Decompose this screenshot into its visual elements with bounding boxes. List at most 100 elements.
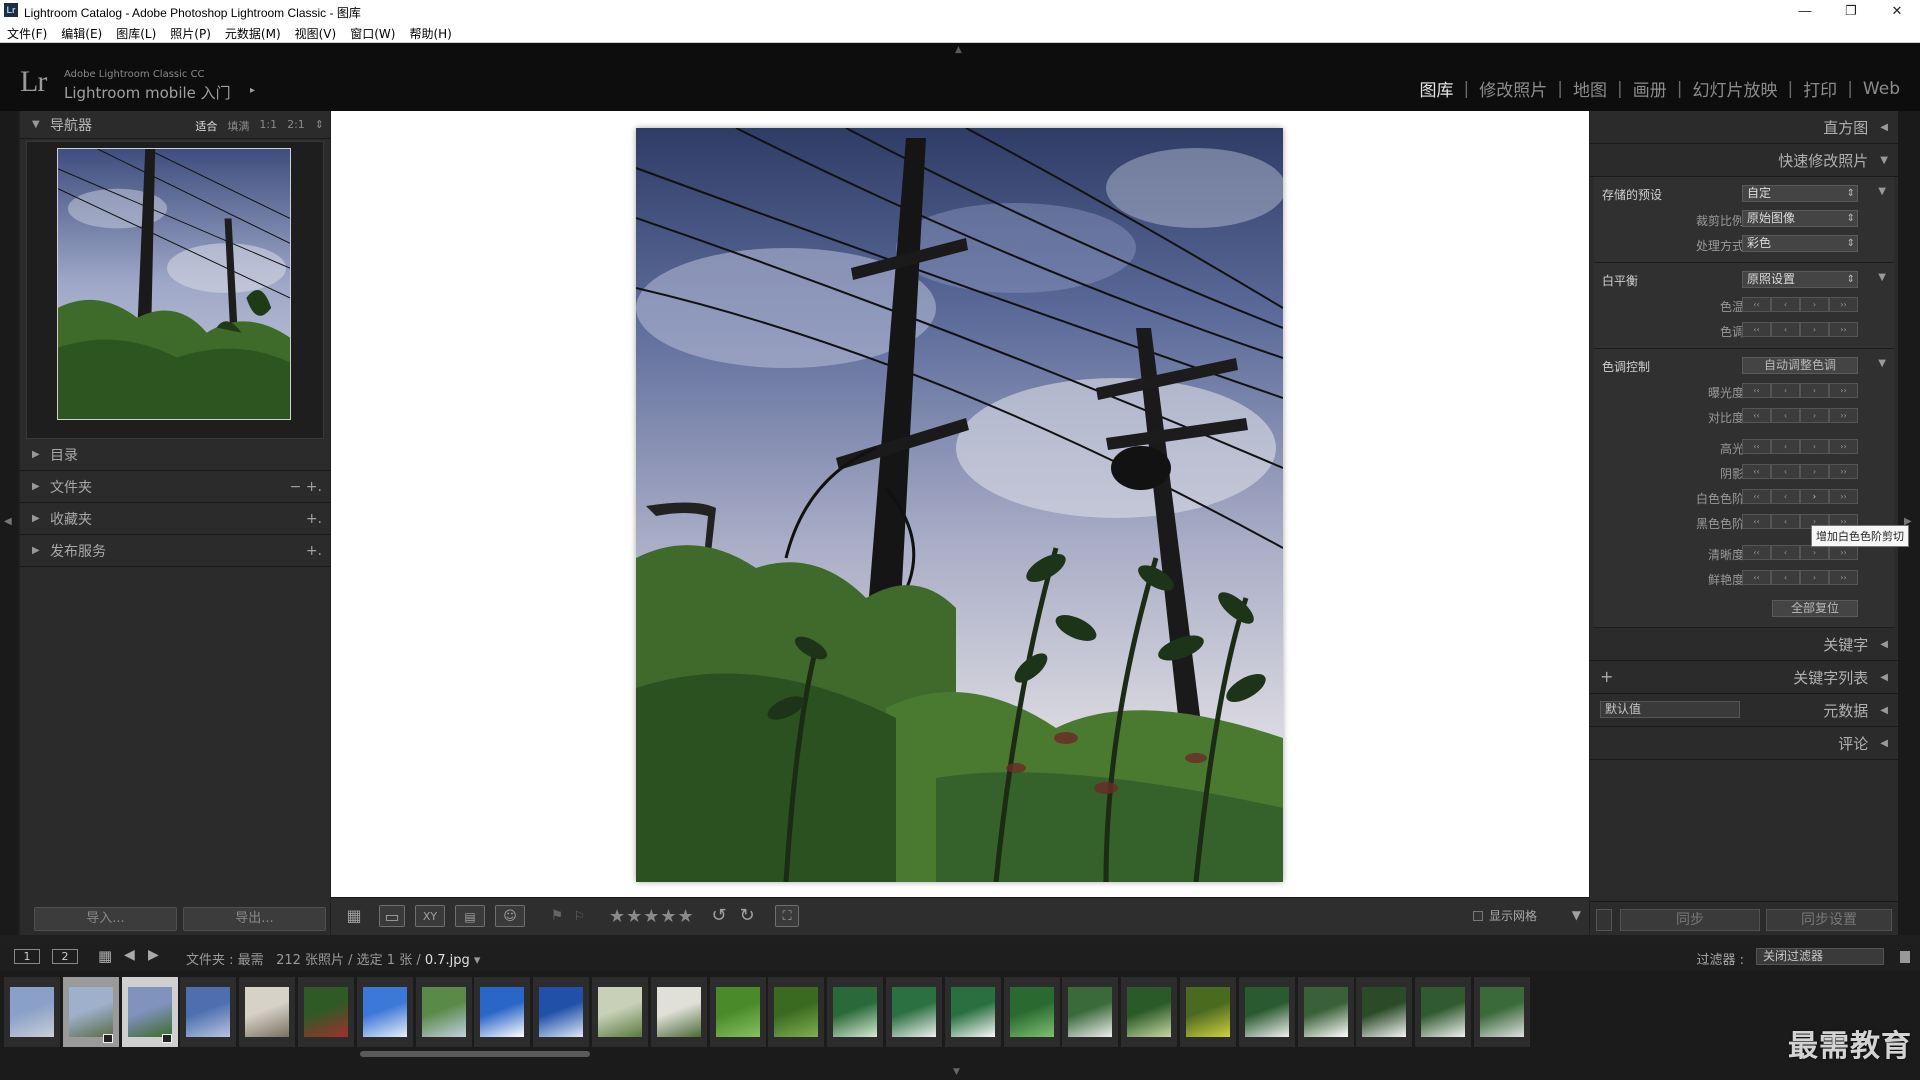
thumbnail-image[interactable]: [892, 987, 936, 1037]
histogram-header[interactable]: 直方图 ◀: [1590, 111, 1898, 144]
menu-view[interactable]: 视图(V): [288, 22, 344, 42]
import-button[interactable]: 导入...: [34, 907, 177, 931]
filter-select[interactable]: 关闭过滤器: [1756, 948, 1884, 965]
filmstrip-thumbnail[interactable]: [180, 977, 237, 1047]
thumbnail-image[interactable]: [1009, 987, 1054, 1037]
step-decrease[interactable]: ‹: [1771, 570, 1800, 585]
folders-section[interactable]: ▶ 文件夹 − +.: [20, 471, 330, 503]
filmstrip-thumbnail[interactable]: [1003, 977, 1060, 1047]
step-decrease[interactable]: ‹: [1771, 297, 1800, 312]
step-increase-large[interactable]: ››: [1829, 322, 1858, 337]
thumbnail-image[interactable]: [127, 987, 172, 1037]
keyword-list-header[interactable]: + 关键字列表 ◀: [1590, 661, 1898, 694]
zoom-2-1[interactable]: 2:1: [287, 118, 305, 134]
expand-triangle-icon[interactable]: ▼: [1880, 155, 1888, 166]
navigator-thumbnail[interactable]: [57, 148, 291, 420]
step-decrease-large[interactable]: ‹‹: [1742, 439, 1771, 454]
collapse-triangle-icon[interactable]: ◀: [1880, 705, 1888, 716]
thumbnail-image[interactable]: [833, 987, 878, 1037]
forward-arrow-icon[interactable]: ▶: [148, 947, 159, 963]
rotate-left-icon[interactable]: ↺: [707, 905, 731, 927]
step-decrease[interactable]: ‹: [1771, 322, 1800, 337]
step-decrease[interactable]: ‹: [1771, 545, 1800, 560]
step-increase[interactable]: ›: [1800, 297, 1829, 312]
step-decrease[interactable]: ‹: [1771, 464, 1800, 479]
collections-add[interactable]: +.: [306, 511, 322, 527]
crop-overlay-icon[interactable]: ⛶: [775, 905, 799, 927]
step-increase-large[interactable]: ››: [1829, 383, 1858, 398]
step-increase-large[interactable]: ››: [1829, 408, 1858, 423]
collapse-top-panel-icon[interactable]: ▲: [955, 45, 962, 55]
sync-button[interactable]: 同步: [1620, 909, 1760, 931]
step-increase-large[interactable]: ››: [1829, 297, 1858, 312]
collections-section[interactable]: ▶ 收藏夹 +.: [20, 503, 330, 535]
people-view-icon[interactable]: ☺: [495, 905, 525, 927]
identity-plate[interactable]: Lightroom mobile 入门: [64, 82, 231, 103]
menu-photo[interactable]: 照片(P): [163, 22, 218, 42]
filmstrip-thumbnail[interactable]: [1356, 977, 1413, 1047]
minimize-button[interactable]: —: [1782, 0, 1828, 22]
module-develop[interactable]: 修改照片: [1469, 76, 1557, 101]
menu-edit[interactable]: 编辑(E): [54, 22, 109, 42]
filmstrip-scrollbar[interactable]: [360, 1051, 590, 1057]
step-decrease[interactable]: ‹: [1771, 439, 1800, 454]
main-photo[interactable]: [636, 128, 1283, 882]
expand-triangle-icon[interactable]: ▼: [32, 119, 50, 130]
filmstrip-thumbnail[interactable]: [1121, 977, 1178, 1047]
thumbnail-image[interactable]: [1362, 987, 1407, 1037]
export-button[interactable]: 导出...: [183, 907, 326, 931]
zoom-more-icon[interactable]: ⇕: [315, 118, 324, 134]
thumbnail-image[interactable]: [10, 987, 54, 1037]
filmstrip-thumbnail[interactable]: [709, 977, 766, 1047]
flag-reject-icon[interactable]: ⚐: [571, 905, 587, 927]
zoom-fit[interactable]: 适合: [195, 118, 217, 134]
publish-services-add[interactable]: +.: [306, 543, 322, 559]
source-dropdown-icon[interactable]: ▾: [474, 953, 481, 968]
grid-icon[interactable]: ▦: [98, 947, 112, 965]
collapse-triangle-icon[interactable]: ◀: [1880, 672, 1888, 683]
filmstrip-source[interactable]: 文件夹 : 最需 212 张照片 / 选定 1 张 / 0.7.jpg ▾: [186, 949, 480, 968]
thumbnail-image[interactable]: [304, 987, 348, 1037]
thumbnail-image[interactable]: [421, 987, 466, 1037]
menu-library[interactable]: 图库(L): [109, 22, 163, 42]
thumbnail-image[interactable]: [1303, 987, 1348, 1037]
identity-arrow-icon[interactable]: ▸: [250, 85, 255, 96]
add-keyword-icon[interactable]: +: [1600, 667, 1613, 686]
step-increase-large[interactable]: ››: [1829, 464, 1858, 479]
module-web[interactable]: Web: [1853, 79, 1910, 99]
module-book[interactable]: 画册: [1623, 76, 1677, 101]
comments-header[interactable]: 评论 ◀: [1590, 727, 1898, 760]
filmstrip-thumbnail[interactable]: [1062, 977, 1119, 1047]
collapse-triangle-icon[interactable]: ◀: [1880, 122, 1888, 133]
collapse-triangle-icon[interactable]: ◀: [1880, 639, 1888, 650]
toolbar-dropdown-icon[interactable]: ▼: [1572, 908, 1581, 922]
show-grid-checkbox[interactable]: [1472, 910, 1483, 921]
step-increase[interactable]: ›: [1800, 439, 1829, 454]
step-increase[interactable]: ›: [1800, 545, 1829, 560]
step-decrease[interactable]: ‹: [1771, 383, 1800, 398]
filmstrip-thumbnail[interactable]: [768, 977, 825, 1047]
thumbnail-image[interactable]: [1127, 987, 1172, 1037]
thumbnail-image[interactable]: [362, 987, 407, 1037]
menu-metadata[interactable]: 元数据(M): [218, 22, 288, 42]
step-decrease-large[interactable]: ‹‹: [1742, 464, 1771, 479]
zoom-fill[interactable]: 填满: [227, 118, 249, 134]
thumbnail-image[interactable]: [774, 987, 819, 1037]
sync-settings-button[interactable]: 同步设置: [1766, 909, 1892, 931]
step-decrease-large[interactable]: ‹‹: [1742, 514, 1771, 529]
filmstrip-thumbnail[interactable]: [1415, 977, 1472, 1047]
step-decrease-large[interactable]: ‹‹: [1742, 383, 1771, 398]
metadata-header[interactable]: 默认值 元数据 ◀: [1590, 694, 1898, 727]
filmstrip-thumbnail[interactable]: [827, 977, 884, 1047]
filmstrip-thumbnail[interactable]: [592, 977, 648, 1047]
filmstrip-thumbnail[interactable]: [62, 977, 119, 1047]
filmstrip-thumbnail[interactable]: [533, 977, 590, 1047]
expand-triangle-icon[interactable]: ▶: [32, 481, 50, 492]
survey-view-icon[interactable]: ▤: [455, 905, 485, 927]
secondary-window-button[interactable]: 2: [52, 949, 78, 964]
show-grid-toggle[interactable]: 显示网格: [1472, 907, 1537, 924]
close-button[interactable]: ✕: [1874, 0, 1920, 22]
module-print[interactable]: 打印: [1793, 76, 1847, 101]
menu-help[interactable]: 帮助(H): [402, 22, 458, 42]
thumbnail-image[interactable]: [1068, 987, 1113, 1037]
